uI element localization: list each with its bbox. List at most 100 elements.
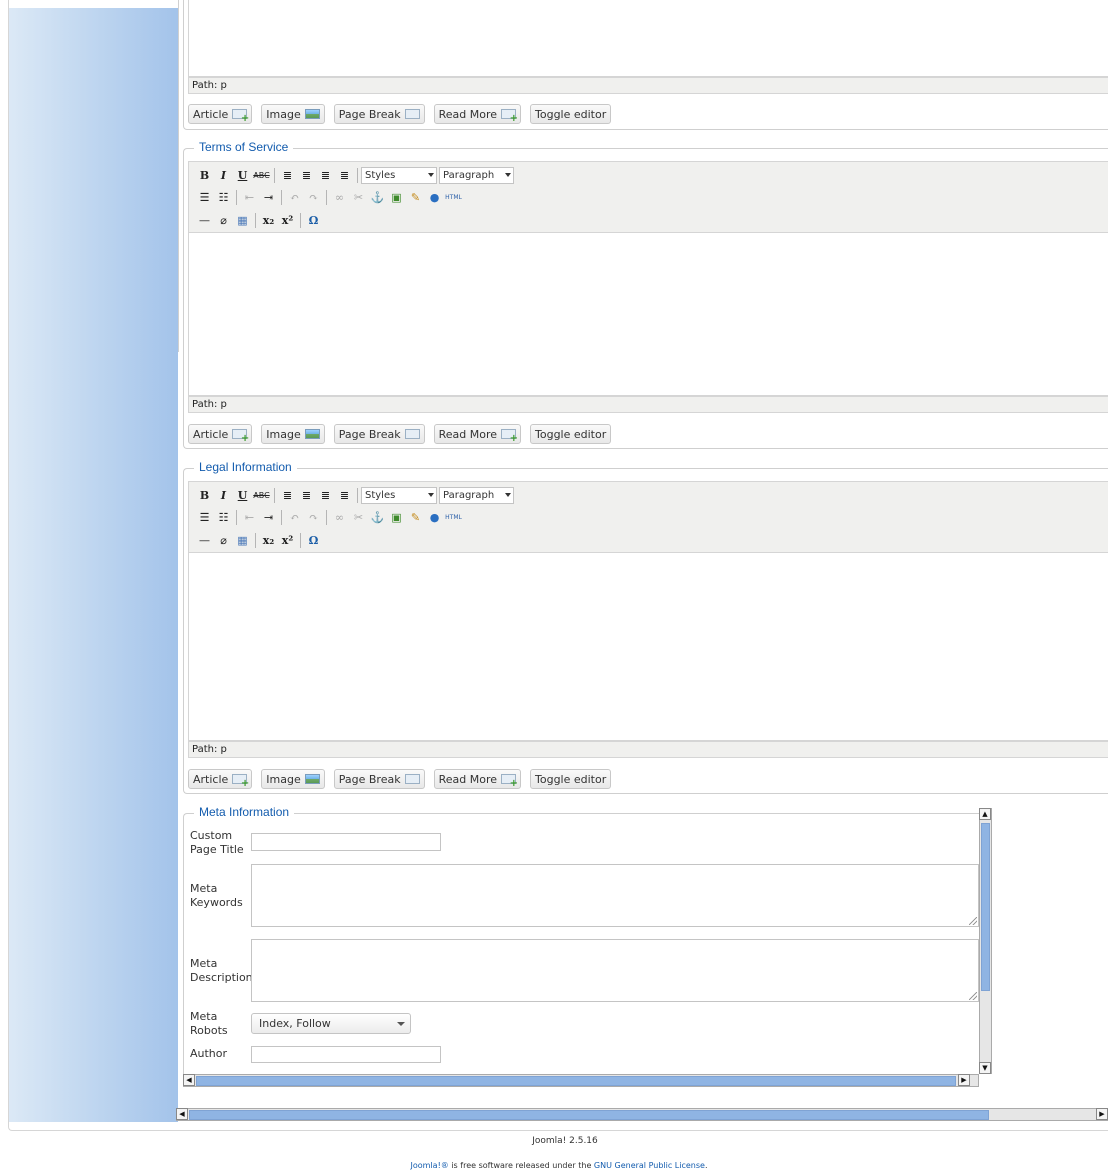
- scroll-down-icon[interactable]: ▼: [979, 1062, 991, 1074]
- read-more-button[interactable]: Read More: [433, 424, 521, 444]
- subscript-icon[interactable]: x₂: [259, 211, 278, 229]
- link-icon[interactable]: ∞: [330, 508, 349, 526]
- gpl-link[interactable]: GNU General Public License: [594, 1161, 705, 1170]
- tos-path-bar: Path: p: [188, 396, 1108, 413]
- indent-icon[interactable]: ⇥: [259, 508, 278, 526]
- table-icon[interactable]: ▦: [233, 531, 252, 549]
- insert-image-icon[interactable]: ▣: [387, 188, 406, 206]
- bold-button[interactable]: B: [195, 486, 214, 504]
- bullet-list-icon[interactable]: ☰: [195, 188, 214, 206]
- anchor-icon[interactable]: ⚓: [368, 508, 387, 526]
- numbered-list-icon[interactable]: ☷: [214, 508, 233, 526]
- underline-button[interactable]: U: [233, 486, 252, 504]
- sidebar-background: [8, 8, 178, 1122]
- italic-button[interactable]: I: [214, 166, 233, 184]
- numbered-list-icon[interactable]: ☷: [214, 188, 233, 206]
- format-select[interactable]: Paragraph: [439, 166, 514, 184]
- license-end: .: [704, 1161, 708, 1170]
- meta-robots-select[interactable]: Index, Follow: [251, 1013, 411, 1034]
- outdent-icon[interactable]: ⇤: [240, 508, 259, 526]
- page-horizontal-scrollbar[interactable]: ◀ ▶: [176, 1108, 1108, 1121]
- align-left-icon[interactable]: ≣: [278, 166, 297, 184]
- unlink-icon[interactable]: ✂: [349, 188, 368, 206]
- read-more-button[interactable]: Read More: [433, 769, 521, 789]
- article-icon: [232, 774, 249, 789]
- table-icon[interactable]: ▦: [233, 211, 252, 229]
- tos-text-area[interactable]: [188, 233, 1108, 396]
- superscript-icon[interactable]: x²: [278, 531, 297, 549]
- styles-select[interactable]: Styles: [361, 166, 437, 184]
- remove-format-icon[interactable]: ⌀: [214, 531, 233, 549]
- meta-horizontal-scroll-thumb[interactable]: [196, 1076, 956, 1086]
- page-horizontal-scroll-thumb[interactable]: [189, 1110, 989, 1120]
- strikethrough-button[interactable]: ABC: [252, 486, 271, 504]
- bullet-list-icon[interactable]: ☰: [195, 508, 214, 526]
- undo-icon[interactable]: ↶: [285, 508, 304, 526]
- underline-button[interactable]: U: [233, 166, 252, 184]
- image-button[interactable]: Image: [261, 769, 325, 789]
- align-right-icon[interactable]: ≣: [316, 166, 335, 184]
- scroll-left-icon[interactable]: ◀: [176, 1108, 188, 1120]
- align-center-icon[interactable]: ≣: [297, 166, 316, 184]
- meta-robots-label: Meta Robots: [190, 1010, 228, 1038]
- strikethrough-button[interactable]: ABC: [252, 166, 271, 184]
- toggle-editor-button[interactable]: Toggle editor: [530, 769, 612, 789]
- align-right-icon[interactable]: ≣: [316, 486, 335, 504]
- unlink-icon[interactable]: ✂: [349, 508, 368, 526]
- redo-icon[interactable]: ↷: [304, 188, 323, 206]
- meta-information-legend: Meta Information: [194, 805, 295, 819]
- scroll-right-icon[interactable]: ▶: [1096, 1108, 1108, 1120]
- help-icon[interactable]: ●: [425, 188, 444, 206]
- toolbar-separator: [357, 487, 358, 503]
- undo-icon[interactable]: ↶: [285, 188, 304, 206]
- format-select[interactable]: Paragraph: [439, 486, 514, 504]
- scroll-up-icon[interactable]: ▲: [979, 808, 991, 820]
- italic-button[interactable]: I: [214, 486, 233, 504]
- indent-icon[interactable]: ⇥: [259, 188, 278, 206]
- scroll-left-icon[interactable]: ◀: [183, 1074, 195, 1086]
- meta-horizontal-scrollbar[interactable]: ◀ ▶: [183, 1074, 979, 1087]
- cleanup-icon[interactable]: ✎: [406, 188, 425, 206]
- meta-keywords-textarea[interactable]: [251, 864, 979, 927]
- cleanup-icon[interactable]: ✎: [406, 508, 425, 526]
- remove-format-icon[interactable]: ⌀: [214, 211, 233, 229]
- html-source-button[interactable]: HTML: [444, 508, 463, 526]
- styles-select[interactable]: Styles: [361, 486, 437, 504]
- align-left-icon[interactable]: ≣: [278, 486, 297, 504]
- redo-icon[interactable]: ↷: [304, 508, 323, 526]
- article-button[interactable]: Article: [188, 769, 253, 789]
- align-center-icon[interactable]: ≣: [297, 486, 316, 504]
- insert-image-icon[interactable]: ▣: [387, 508, 406, 526]
- align-justify-icon[interactable]: ≣: [335, 166, 354, 184]
- outdent-icon[interactable]: ⇤: [240, 188, 259, 206]
- html-source-button[interactable]: HTML: [444, 188, 463, 206]
- image-button[interactable]: Image: [261, 424, 325, 444]
- horizontal-rule-icon[interactable]: —: [195, 531, 214, 549]
- toolbar-separator: [281, 509, 282, 525]
- joomla-link[interactable]: Joomla!®: [411, 1161, 449, 1170]
- resize-handle-icon[interactable]: [969, 917, 977, 925]
- page-break-button[interactable]: Page Break: [333, 424, 425, 444]
- meta-vertical-scrollbar[interactable]: ▲ ▼: [979, 808, 992, 1074]
- special-char-icon[interactable]: Ω: [304, 531, 323, 549]
- superscript-icon[interactable]: x²: [278, 211, 297, 229]
- author-input[interactable]: [251, 1046, 441, 1063]
- bold-button[interactable]: B: [195, 166, 214, 184]
- meta-description-textarea[interactable]: [251, 939, 979, 1002]
- page-break-button[interactable]: Page Break: [333, 769, 425, 789]
- toggle-editor-button[interactable]: Toggle editor: [530, 424, 612, 444]
- article-icon: [232, 429, 249, 444]
- special-char-icon[interactable]: Ω: [304, 211, 323, 229]
- anchor-icon[interactable]: ⚓: [368, 188, 387, 206]
- custom-page-title-input[interactable]: [251, 833, 441, 851]
- link-icon[interactable]: ∞: [330, 188, 349, 206]
- horizontal-rule-icon[interactable]: —: [195, 211, 214, 229]
- meta-vertical-scroll-thumb[interactable]: [981, 823, 990, 991]
- scroll-right-icon[interactable]: ▶: [958, 1074, 970, 1086]
- subscript-icon[interactable]: x₂: [259, 531, 278, 549]
- article-button[interactable]: Article: [188, 424, 253, 444]
- resize-handle-icon[interactable]: [969, 992, 977, 1000]
- legal-text-area[interactable]: [188, 553, 1108, 741]
- help-icon[interactable]: ●: [425, 508, 444, 526]
- align-justify-icon[interactable]: ≣: [335, 486, 354, 504]
